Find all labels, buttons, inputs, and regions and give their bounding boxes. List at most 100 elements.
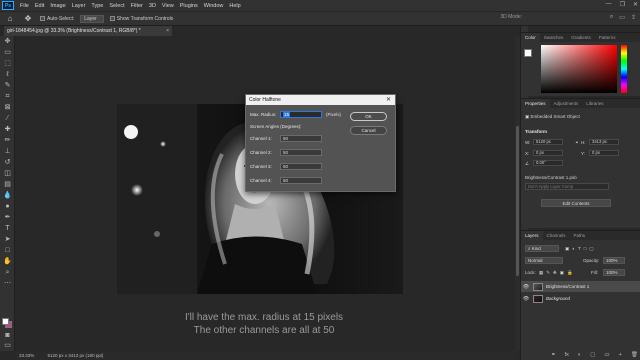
tab-adjustments[interactable]: Adjustments [550,99,583,108]
tab-swatches[interactable]: Swatches [540,33,568,42]
x-field[interactable]: 0 px [533,150,563,156]
menu-filter[interactable]: Filter [128,3,146,9]
foreground-color-swatch[interactable] [2,318,9,325]
layer-row[interactable]: 👁 Brightness/Contrast 1 [521,281,640,292]
quick-mask-icon[interactable]: ◙ [3,332,12,340]
link-icon[interactable]: ⚭ [575,140,579,146]
edit-contents-button[interactable]: Edit Contents [541,199,611,207]
menu-3d[interactable]: 3D [146,3,159,9]
hue-slider[interactable] [621,45,627,93]
fx-icon[interactable]: fx [565,352,569,358]
layer-filter-icons[interactable]: ▣◐T□▢ [565,246,597,252]
close-window-button[interactable]: ✕ [633,1,638,8]
cancel-button[interactable]: Cancel [350,126,387,135]
path-select-icon[interactable]: ➤ [3,236,12,244]
show-transform-checkbox[interactable] [109,16,115,21]
menu-layer[interactable]: Layer [69,3,89,9]
tab-channels[interactable]: Channels [543,231,570,240]
tab-patterns[interactable]: Patterns [595,33,620,42]
move-tool-icon[interactable]: ✥ [3,38,12,46]
channel-3-input[interactable]: 50 [280,163,322,170]
angle-field[interactable]: 0.00° [533,160,563,166]
menu-window[interactable]: Window [201,3,227,9]
workspace-icon[interactable]: ▭ [619,14,625,21]
fill-field[interactable]: 100% [603,269,625,276]
show-transform-toggle[interactable]: Show Transform Controls [109,16,173,22]
gradient-tool-icon[interactable]: ▤ [3,181,12,189]
menu-type[interactable]: Type [88,3,106,9]
tab-libraries[interactable]: Libraries [582,99,607,108]
color-picker-field[interactable] [541,45,617,93]
link-layers-icon[interactable]: ⚭ [551,352,556,358]
blur-tool-icon[interactable]: 💧 [3,192,12,200]
width-field[interactable]: 5120 px [533,139,563,145]
eyedropper-tool-icon[interactable]: ⁄ [3,115,12,123]
menu-select[interactable]: Select [106,3,127,9]
close-tab-icon[interactable]: × [166,26,169,36]
auto-select-checkbox[interactable] [40,16,45,21]
color-foreground-swatch[interactable] [524,49,532,57]
minimize-button[interactable]: — [606,1,612,8]
canvas-area[interactable] [16,36,517,351]
trash-icon[interactable]: 🗑 [631,352,638,358]
tab-layers[interactable]: Layers [521,231,543,240]
adjustment-layer-icon[interactable]: ◐ [578,352,581,358]
maximize-button[interactable]: ❐ [620,1,625,8]
screen-mode-icon[interactable]: ▭ [3,342,12,350]
artboard-tool-icon[interactable]: ▭ [3,49,12,57]
clone-stamp-icon[interactable]: ⊥ [3,148,12,156]
crop-tool-icon[interactable]: ⌗ [3,93,12,101]
dodge-tool-icon[interactable]: ● [3,203,12,211]
type-tool-icon[interactable]: T [3,225,12,233]
photoshop-logo[interactable]: Ps [2,1,14,10]
document-tab[interactable]: girl-1848454.jpg @ 33.3% (Brightness/Con… [4,26,172,36]
opacity-field[interactable]: 100% [603,257,625,264]
home-icon[interactable]: ⌂ [4,14,16,24]
hand-tool-icon[interactable]: ✋ [3,258,12,266]
channel-2-input[interactable]: 50 [280,149,322,156]
max-radius-input[interactable]: 15 [280,111,322,118]
dialog-title-bar[interactable]: Color Halftone ✕ [246,95,395,105]
share-icon[interactable]: ⇪ [631,14,636,21]
tab-color[interactable]: Color [521,33,540,42]
channel-4-input[interactable]: 50 [280,177,322,184]
tab-gradients[interactable]: Gradients [567,33,595,42]
new-group-icon[interactable]: ▭ [604,352,609,358]
search-icon[interactable]: ⌕ [610,14,613,21]
history-brush-icon[interactable]: ↺ [3,159,12,167]
eraser-tool-icon[interactable]: ◫ [3,170,12,178]
menu-plugins[interactable]: Plugins [177,3,201,9]
new-layer-icon[interactable]: + [619,352,622,358]
menu-file[interactable]: File [17,3,32,9]
menu-edit[interactable]: Edit [32,3,47,9]
pen-tool-icon[interactable]: ✒ [3,214,12,222]
tab-properties[interactable]: Properties [521,99,550,108]
eye-icon[interactable]: 👁 [521,284,531,290]
layer-row[interactable]: 👁 Background [521,293,640,304]
quick-select-tool-icon[interactable]: ✎ [3,82,12,90]
layer-select-dropdown[interactable]: Layer [80,14,104,23]
y-field[interactable]: 0 px [589,150,619,156]
lock-icons[interactable]: ▦✎✥▣🔒 [539,270,576,276]
zoom-tool-icon[interactable]: ⌕ [3,269,12,277]
eye-icon[interactable]: 👁 [521,296,531,302]
ok-button[interactable]: OK [350,112,387,121]
layer-filter-kind[interactable]: ⌕ Kind [525,245,559,252]
lasso-tool-icon[interactable]: ℓ [3,71,12,79]
tab-paths[interactable]: Paths [570,231,590,240]
more-tools-icon[interactable]: ⋯ [3,280,12,288]
height-field[interactable]: 3413 px [589,139,619,145]
menu-help[interactable]: Help [226,3,243,9]
marquee-tool-icon[interactable]: ⬚ [3,60,12,68]
brush-tool-icon[interactable]: ✏ [3,137,12,145]
add-mask-icon[interactable]: ▢ [590,352,595,358]
auto-select-toggle[interactable]: Auto-Select: [40,16,74,22]
healing-brush-icon[interactable]: ✚ [3,126,12,134]
layer-comp-dropdown[interactable]: Don't Apply Layer Comp [525,183,609,190]
zoom-level[interactable]: 33.33% [19,353,34,358]
dialog-close-icon[interactable]: ✕ [386,95,391,105]
move-tool-icon[interactable]: ✥ [22,14,34,24]
menu-view[interactable]: View [159,3,177,9]
blend-mode-dropdown[interactable]: Normal [525,257,563,264]
menu-image[interactable]: Image [47,3,68,9]
